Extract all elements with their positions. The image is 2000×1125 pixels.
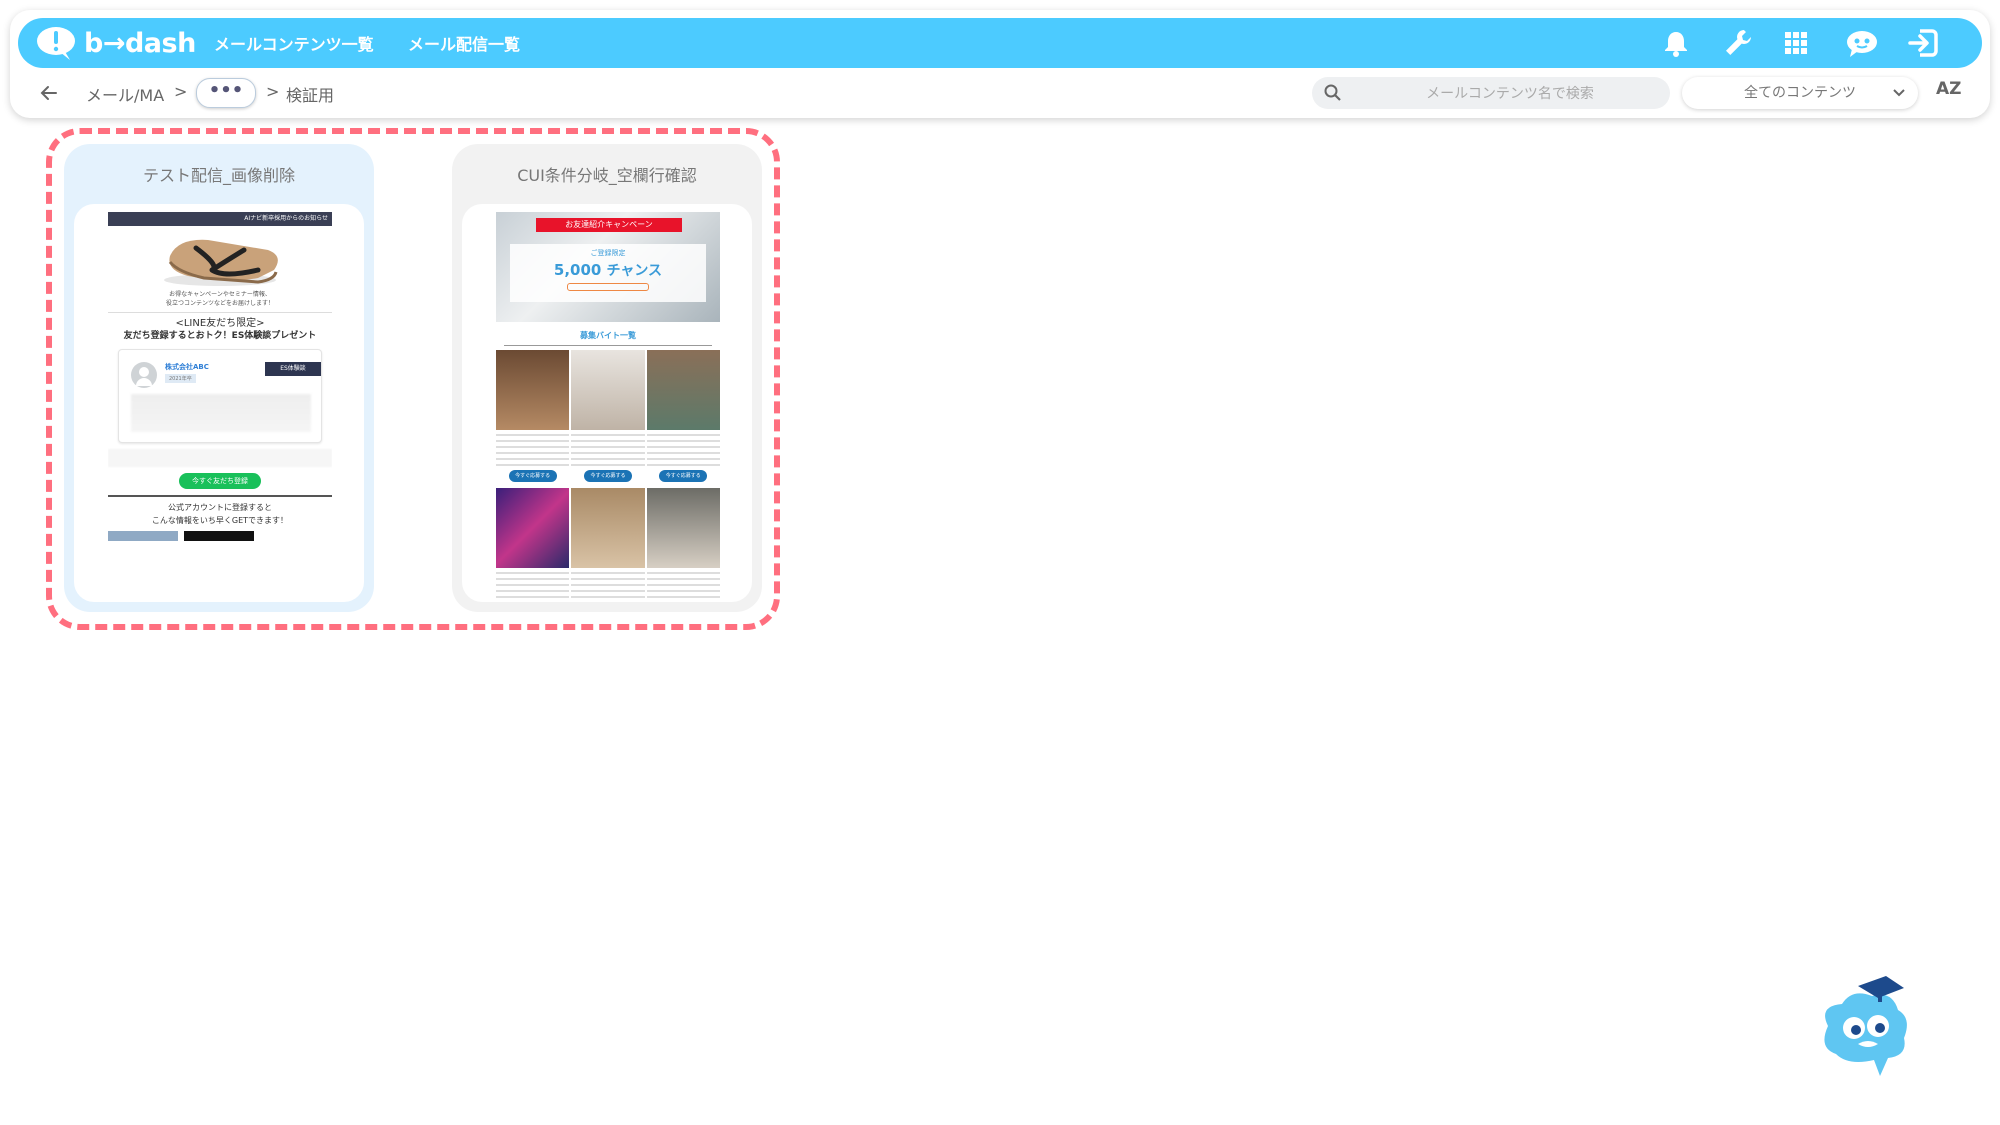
filter-selected-value: 全てのコンテンツ [1744,85,1856,101]
job-item [646,488,720,602]
mail-company-card: 株式会社ABC 2021年卒 ES体験談 [118,349,322,443]
job-item [496,488,570,602]
content-filter-select[interactable]: 全てのコンテンツ [1682,77,1918,109]
breadcrumb-separator: > [266,82,280,101]
card-thumbnail[interactable]: お友達紹介キャンペーン ご登録限定 5,000 チャンス 募集バイト一覧 今すぐ… [462,204,752,602]
campaign-hero-image: お友達紹介キャンペーン ご登録限定 5,000 チャンス [496,212,720,322]
job-item: 今すぐ応募する [646,350,720,488]
mail-preview: お友達紹介キャンペーン ご登録限定 5,000 チャンス 募集バイト一覧 今すぐ… [496,212,720,602]
bdash-logo[interactable]: b→dash [36,23,196,63]
mail-heading: <LINE友だち限定> [175,318,265,329]
content-search-box[interactable] [1312,77,1670,109]
card-title: テスト配信_画像削除 [142,166,295,185]
campaign-date-label [567,283,649,291]
mail-heading: 友だち登録するとおトク！ES体験談プレゼント [123,331,317,341]
job-list-heading: 募集バイト一覧 [580,331,636,340]
apply-button: 今すぐ応募する [583,470,632,482]
divider [108,312,332,313]
wrench-icon[interactable] [1722,27,1754,59]
line-add-friend-button: 今すぐ友だち登録 [179,473,261,489]
blurred-text-block [131,394,311,432]
back-arrow-icon[interactable] [38,82,60,104]
mail-header-bar: AIナビ新卒採用からのお知らせ [108,212,332,226]
search-icon [1324,84,1341,101]
campaign-banner: お友達紹介キャンペーン [536,218,682,232]
campaign-chance: チャンス [606,263,663,279]
geta-sandal-image [108,226,332,290]
mail-intro-text: お得なキャンペーンやセミナー情報、 [169,291,271,298]
breadcrumb-current: 検証用 [286,86,335,105]
logout-icon[interactable] [1906,27,1942,59]
search-input[interactable] [1358,81,1662,107]
avatar [131,362,157,388]
mail-footer-images [108,531,332,541]
job-grid-row: 今すぐ応募する 今すぐ応募する 今すぐ応募する [496,350,720,488]
content-card[interactable]: CUI条件分岐_空欄行確認 お友達紹介キャンペーン ご登録限定 5,000 チャ… [452,144,762,612]
bell-icon[interactable] [1660,27,1692,59]
mail-footer-text: こんな情報をいち早くGETできます！ [151,516,289,525]
mail-preview: AIナビ新卒採用からのお知らせ お得なキャンペーンやセミナー情報、 役立つコンテ… [108,212,332,602]
blurred-text-block [108,449,332,467]
company-name: 株式会社ABC [165,363,209,371]
divider [108,495,332,497]
job-grid-row [496,488,720,602]
nav-mail-delivery-list[interactable]: メール配信一覧 [408,31,520,55]
job-item: 今すぐ応募する [571,350,645,488]
assistant-mascot-icon[interactable] [1808,976,1918,1086]
breadcrumb-root[interactable]: メール/MA [86,82,164,106]
mail-intro-text: 役立つコンテンツなどをお届けします！ [165,300,274,307]
logo-text: b→dash [84,27,196,59]
sort-az-icon[interactable]: AZ [1936,79,1964,107]
apply-button: 今すぐ応募する [659,470,708,482]
nav-mail-contents-list[interactable]: メールコンテンツ一覧 [214,31,374,55]
content-card[interactable]: テスト配信_画像削除 AIナビ新卒採用からのお知らせ お得なキャンペーンやセミナ… [64,144,374,612]
chevron-down-icon [1893,89,1905,97]
job-item [571,488,645,602]
breadcrumb-ellipsis-button[interactable]: ••• [196,78,256,108]
top-navigation-bar: b→dash メールコンテンツ一覧 メール配信一覧 [18,18,1982,68]
chatbot-icon[interactable] [1844,27,1880,59]
campaign-limit-text: ご登録限定 [590,249,626,257]
mail-footer-text: 公式アカウントに登録すると [168,503,272,512]
apply-button: 今すぐ応募する [508,470,557,482]
logo-bubble-icon [36,24,80,62]
grid-icon[interactable] [1780,27,1812,59]
card-thumbnail[interactable]: AIナビ新卒採用からのお知らせ お得なキャンペーンやセミナー情報、 役立つコンテ… [74,204,364,602]
card-title: CUI条件分岐_空欄行確認 [517,166,697,185]
job-item: 今すぐ応募する [496,350,570,488]
campaign-panel: ご登録限定 5,000 チャンス [510,244,706,302]
campaign-amount: 5,000 [553,261,602,279]
es-tag-badge: ES体験談 [265,362,321,376]
breadcrumb-separator: > [174,82,188,101]
year-badge: 2021年卒 [165,374,196,383]
